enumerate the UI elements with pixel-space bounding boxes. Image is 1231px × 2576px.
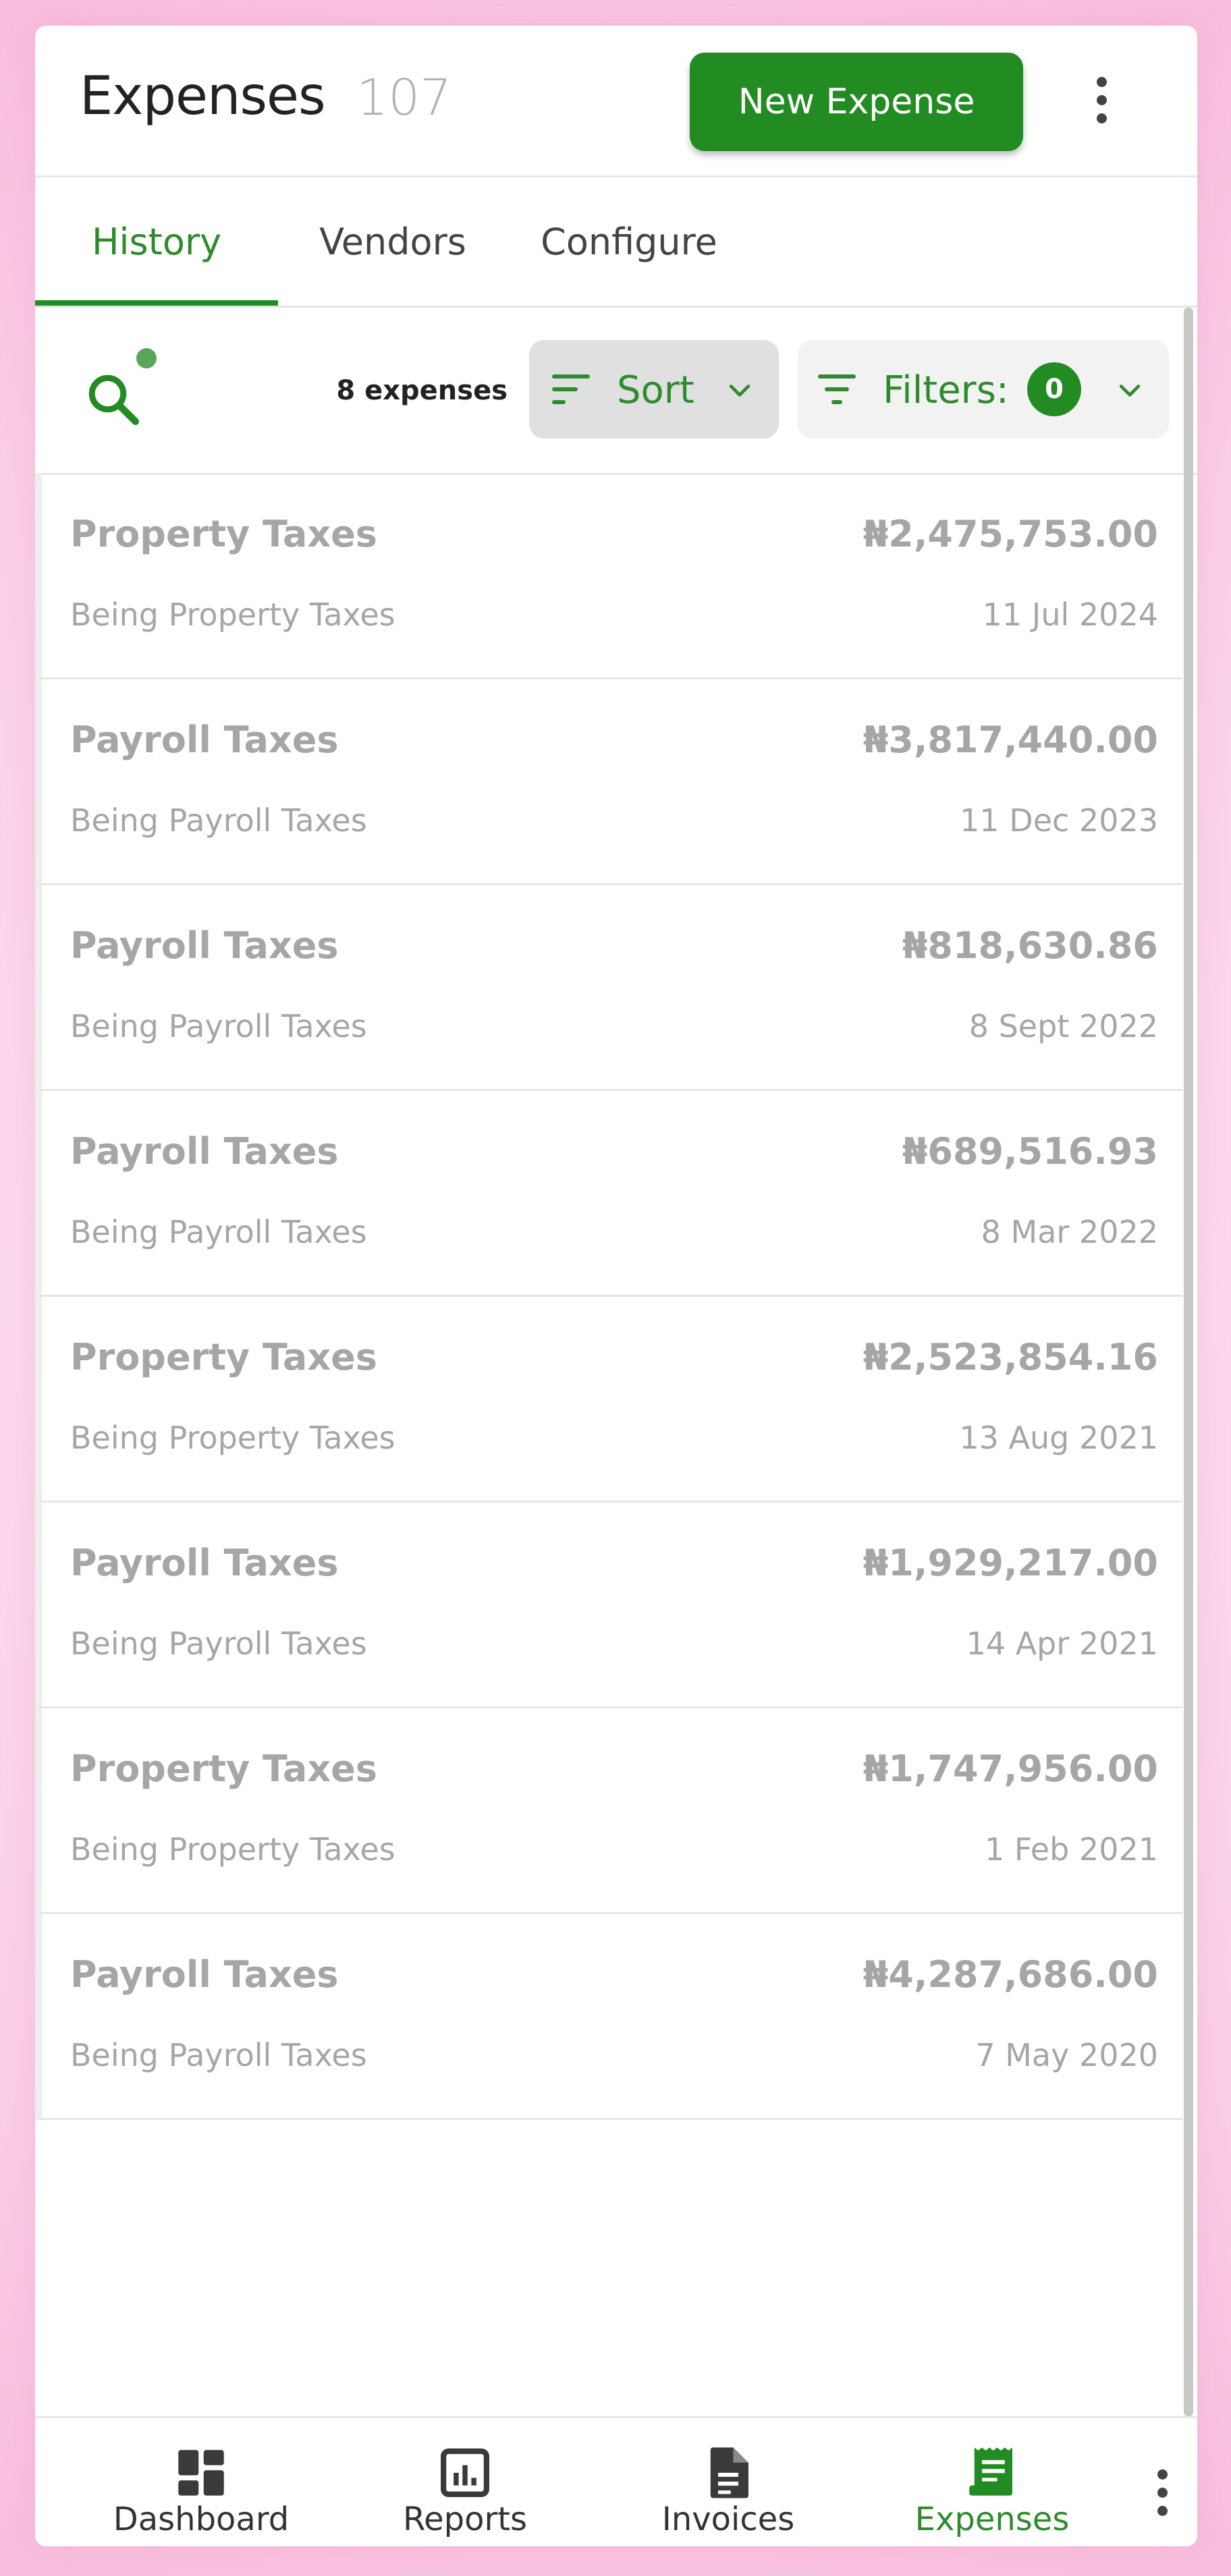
expense-description: Being Property Taxes — [70, 1831, 395, 1868]
expense-row[interactable]: Property Taxes Being Property Taxes ₦2,4… — [35, 474, 1182, 679]
expense-row[interactable]: Property Taxes Being Property Taxes ₦2,5… — [35, 1297, 1182, 1503]
expense-row[interactable]: Property Taxes Being Property Taxes ₦1,7… — [35, 1708, 1182, 1914]
nav-expenses[interactable]: Expenses — [891, 2418, 1093, 2546]
expense-description: Being Payroll Taxes — [70, 1625, 367, 1662]
filters-count-badge: 0 — [1027, 362, 1081, 416]
expense-name: Payroll Taxes — [70, 1542, 339, 1584]
app-window: Expenses 107 New Expense History Vendors… — [35, 26, 1197, 2546]
expense-row[interactable]: Payroll Taxes Being Payroll Taxes ₦3,817… — [35, 679, 1182, 885]
expense-name: Property Taxes — [70, 1336, 377, 1378]
nav-reports[interactable]: Reports — [364, 2418, 566, 2546]
reports-icon — [441, 2448, 489, 2497]
expense-amount: ₦818,630.86 — [902, 924, 1158, 967]
new-expense-button[interactable]: New Expense — [690, 53, 1023, 151]
expense-date: 1 Feb 2021 — [984, 1831, 1158, 1868]
chevron-down-icon — [729, 385, 750, 397]
expense-date: 11 Jul 2024 — [982, 596, 1158, 633]
search-icon — [88, 374, 139, 425]
nav-label: Dashboard — [113, 2500, 290, 2538]
expense-name: Payroll Taxes — [70, 719, 339, 761]
expenses-icon — [969, 2447, 1012, 2496]
list-toolbar: 8 expenses Sort Filters: 0 — [35, 308, 1197, 475]
invoices-icon — [710, 2447, 748, 2498]
list-scrollbar[interactable] — [1184, 308, 1193, 2416]
tab-bar: History Vendors Configure — [35, 177, 1197, 308]
expense-date: 7 May 2020 — [975, 2037, 1158, 2073]
expense-row[interactable]: Payroll Taxes Being Payroll Taxes ₦4,287… — [35, 1914, 1182, 2120]
expense-row[interactable]: Payroll Taxes Being Payroll Taxes ₦818,6… — [35, 885, 1182, 1091]
expense-description: Being Payroll Taxes — [70, 1008, 367, 1044]
nav-invoices[interactable]: Invoices — [627, 2418, 829, 2546]
expense-name: Payroll Taxes — [70, 924, 339, 967]
nav-label: Expenses — [914, 2500, 1070, 2538]
expense-amount: ₦2,523,854.16 — [863, 1336, 1158, 1378]
expense-description: Being Property Taxes — [70, 1420, 395, 1456]
expense-description: Being Payroll Taxes — [70, 802, 367, 839]
more-options-icon[interactable] — [1081, 66, 1122, 134]
filters-button[interactable]: Filters: 0 — [798, 340, 1169, 439]
expense-description: Being Payroll Taxes — [70, 1214, 367, 1250]
search-button[interactable] — [82, 368, 143, 429]
expense-date: 8 Mar 2022 — [981, 1214, 1158, 1250]
expense-row[interactable]: Payroll Taxes Being Payroll Taxes ₦1,929… — [35, 1503, 1182, 1708]
expense-total-count: 107 — [356, 69, 452, 127]
expense-list: Property Taxes Being Property Taxes ₦2,4… — [35, 474, 1182, 2120]
expense-name: Payroll Taxes — [70, 1130, 339, 1173]
filter-icon — [818, 374, 856, 404]
search-status-dot — [136, 348, 157, 368]
tab-history[interactable]: History — [35, 177, 278, 306]
page-title: Expenses — [80, 66, 326, 127]
nav-label: Invoices — [661, 2500, 795, 2538]
expense-date: 14 Apr 2021 — [966, 1625, 1158, 1662]
expense-description: Being Property Taxes — [70, 596, 395, 633]
more-options-icon[interactable] — [1142, 2459, 1182, 2526]
expense-amount: ₦3,817,440.00 — [863, 719, 1158, 761]
filters-label: Filters: — [883, 368, 1009, 412]
expense-description: Being Payroll Taxes — [70, 2037, 367, 2073]
bottom-nav: Dashboard Reports Invoices Expenses — [35, 2416, 1197, 2546]
chevron-down-icon — [1119, 385, 1141, 397]
nav-label: Reports — [402, 2500, 528, 2538]
tab-vendors[interactable]: Vendors — [292, 177, 494, 306]
dashboard-icon — [178, 2450, 224, 2496]
expense-date: 11 Dec 2023 — [960, 802, 1158, 839]
expense-amount: ₦2,475,753.00 — [863, 513, 1158, 555]
expense-amount: ₦1,929,217.00 — [863, 1542, 1158, 1584]
expense-amount: ₦689,516.93 — [902, 1130, 1158, 1173]
expense-amount: ₦4,287,686.00 — [863, 1953, 1158, 1996]
sort-button[interactable]: Sort — [529, 340, 779, 439]
sort-icon — [552, 374, 590, 404]
expense-row[interactable]: Payroll Taxes Being Payroll Taxes ₦689,5… — [35, 1091, 1182, 1297]
expense-name: Property Taxes — [70, 513, 377, 555]
nav-dashboard[interactable]: Dashboard — [100, 2418, 302, 2546]
expense-name: Property Taxes — [70, 1747, 377, 1790]
expense-date: 8 Sept 2022 — [968, 1008, 1158, 1044]
tab-configure[interactable]: Configure — [508, 177, 750, 306]
expense-count-label: 8 expenses — [336, 375, 508, 406]
active-tab-indicator — [35, 300, 278, 306]
expense-amount: ₦1,747,956.00 — [863, 1747, 1158, 1790]
header: Expenses 107 New Expense — [35, 26, 1197, 177]
expense-date: 13 Aug 2021 — [959, 1420, 1158, 1456]
sort-label: Sort — [617, 368, 694, 412]
expense-name: Payroll Taxes — [70, 1953, 339, 1996]
